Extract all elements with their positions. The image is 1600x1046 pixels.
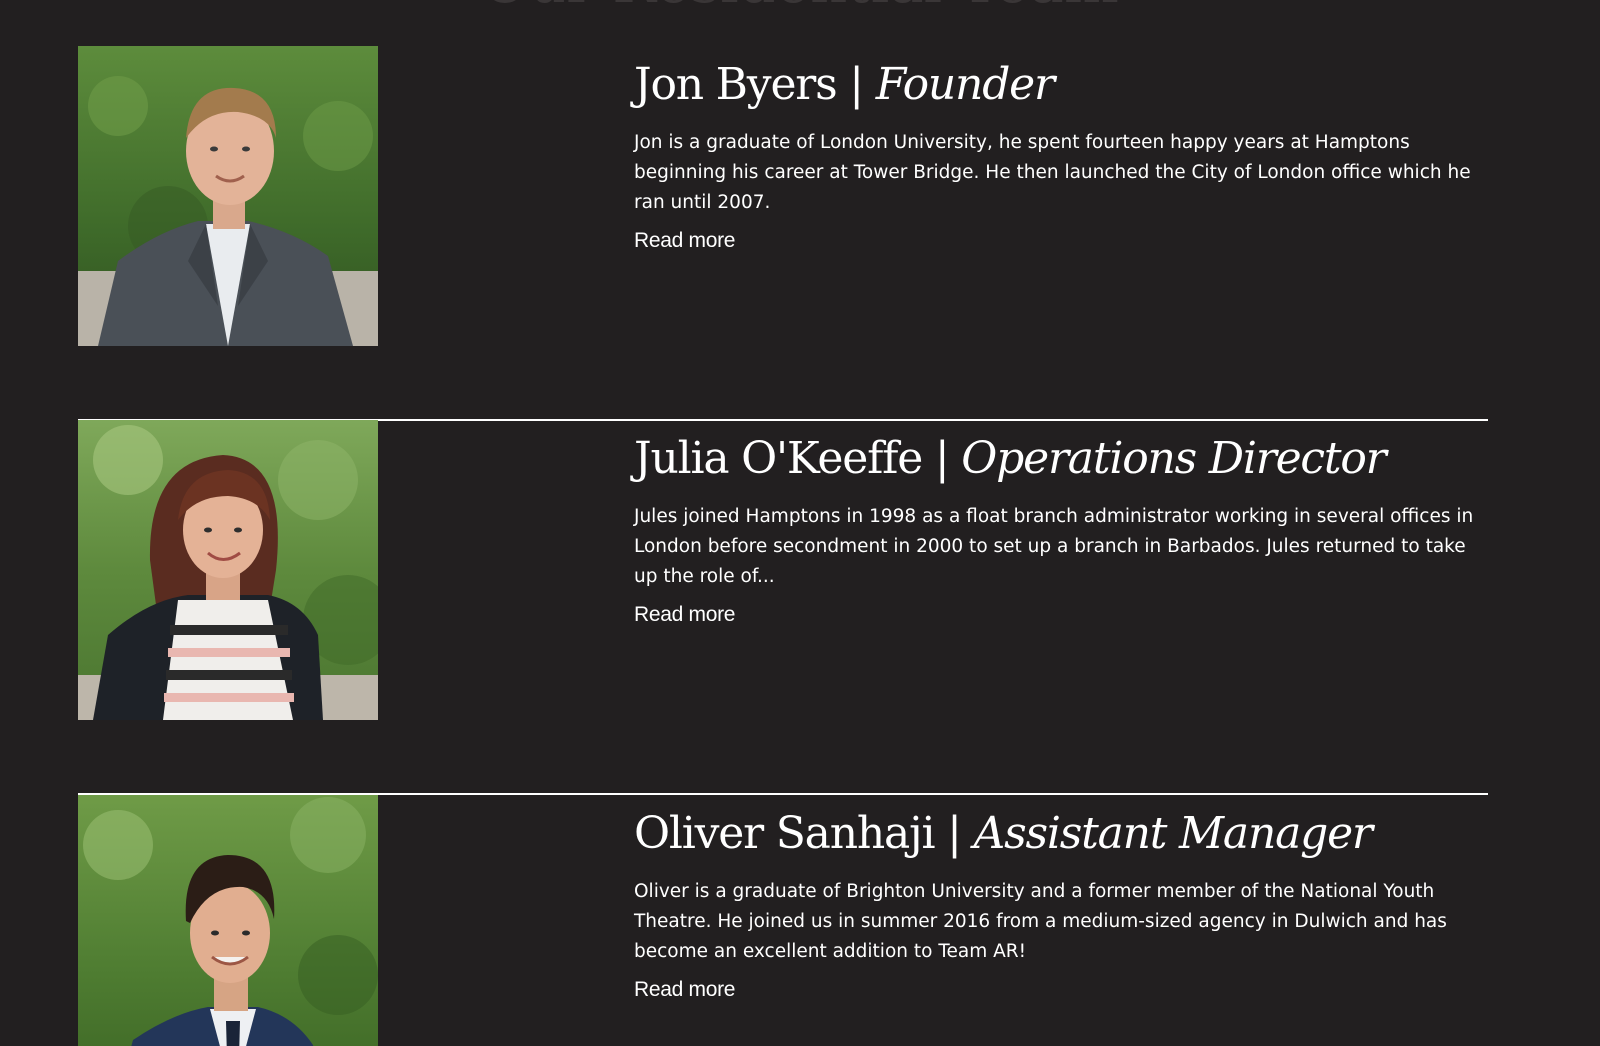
member-name: Julia O'Keeffe bbox=[634, 433, 923, 484]
member-bio: Jon is a graduate of London University, … bbox=[634, 132, 1471, 213]
member-info: Oliver Sanhaji | Assistant Manager Olive… bbox=[634, 807, 1490, 1003]
name-separator: | bbox=[934, 808, 974, 859]
member-name-heading: Julia O'Keeffe | Operations Director bbox=[634, 432, 1490, 486]
profile-photo bbox=[78, 46, 378, 346]
read-more-link[interactable]: Read more bbox=[634, 228, 735, 254]
member-info: Julia O'Keeffe | Operations Director Jul… bbox=[634, 432, 1490, 628]
member-role: Assistant Manager bbox=[973, 808, 1373, 859]
profile-photo bbox=[78, 420, 378, 720]
name-separator: | bbox=[836, 59, 876, 110]
member-role: Founder bbox=[875, 59, 1055, 110]
profile-photo bbox=[78, 795, 378, 1046]
member-name-heading: Jon Byers | Founder bbox=[634, 58, 1490, 112]
member-bio: Jules joined Hamptons in 1998 as a float… bbox=[634, 506, 1474, 587]
name-separator: | bbox=[922, 433, 962, 484]
member-role: Operations Director bbox=[961, 433, 1386, 484]
page-heading: Our Residential Team bbox=[0, 0, 1600, 16]
member-name-heading: Oliver Sanhaji | Assistant Manager bbox=[634, 807, 1490, 861]
member-name: Jon Byers bbox=[634, 59, 838, 110]
member-info: Jon Byers | Founder Jon is a graduate of… bbox=[634, 58, 1490, 254]
read-more-link[interactable]: Read more bbox=[634, 977, 735, 1003]
read-more-link[interactable]: Read more bbox=[634, 602, 735, 628]
member-bio: Oliver is a graduate of Brighton Univers… bbox=[634, 881, 1447, 962]
member-name: Oliver Sanhaji bbox=[634, 808, 936, 859]
